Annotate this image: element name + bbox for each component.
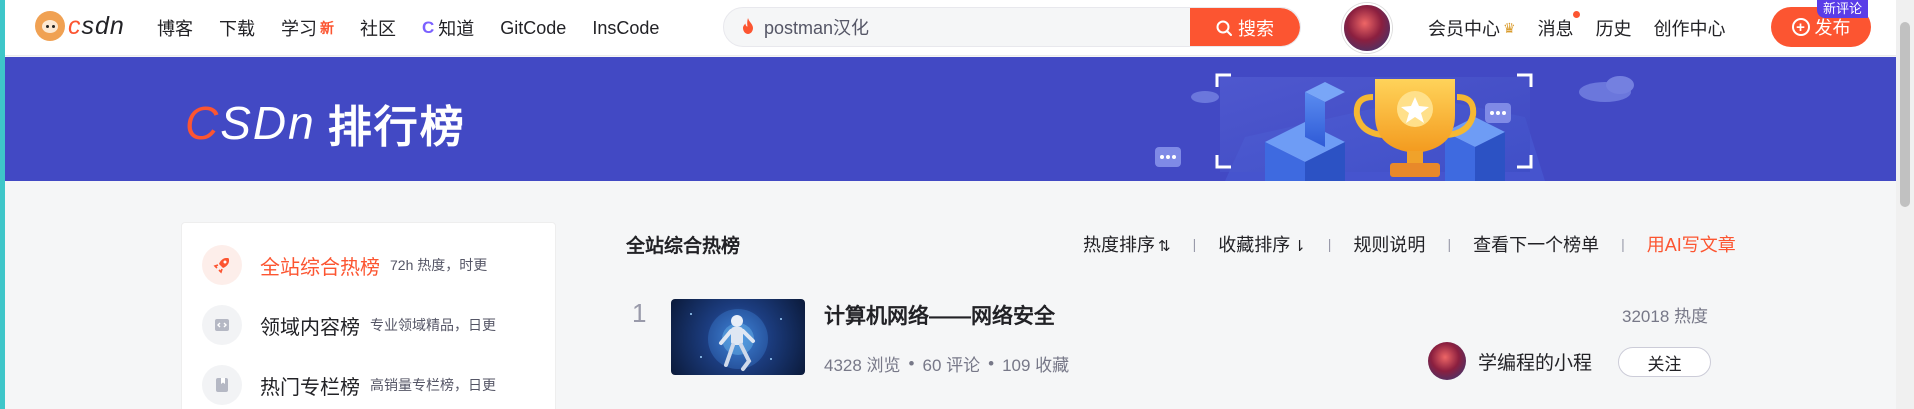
sidebar-item-label: 领域内容榜 <box>260 316 360 339</box>
banner-title: CSDn 排行榜 <box>185 91 466 155</box>
scrollbar[interactable] <box>1896 0 1914 409</box>
list-title: 全站综合热榜 <box>626 236 741 257</box>
sidebar-item-site-hot[interactable]: 全站综合热榜 72h 热度，时更 <box>202 243 487 287</box>
new-comment-badge[interactable]: 新评论 <box>1817 0 1869 18</box>
ai-write-link[interactable]: 用AI写文章 <box>1647 231 1736 257</box>
search-button[interactable]: 搜索 <box>1190 8 1300 46</box>
author-avatar[interactable] <box>1428 342 1466 380</box>
top-navbar: csdn 博客 下载 学习新 社区 C知道 GitCode InsCode 搜索… <box>5 0 1896 56</box>
nav-label: 知道 <box>438 19 475 39</box>
nav-label: 学习 <box>281 19 317 39</box>
fire-icon <box>743 18 753 34</box>
new-badge: 新 <box>320 20 334 36</box>
nav-label: 消息 <box>1537 19 1574 39</box>
search-bar: 搜索 <box>723 7 1301 47</box>
plus-icon: + <box>1791 18 1810 36</box>
rank-sidebar: 全站综合热榜 72h 热度，时更 领域内容榜 专业领域精品，日更 热门专栏榜 高… <box>181 222 556 409</box>
nav-item-learn[interactable]: 学习新 <box>281 15 334 41</box>
rules-link[interactable]: 规则说明 <box>1353 231 1425 257</box>
divider: | <box>1447 236 1452 252</box>
logo-text: csdn <box>68 11 125 40</box>
crown-icon: ♛ <box>1503 19 1516 36</box>
sort-label: 收藏排序 <box>1218 235 1291 255</box>
nav-label: 博客 <box>157 19 193 39</box>
next-list-link[interactable]: 查看下一个榜单 <box>1473 231 1599 257</box>
nav-item-vip-center[interactable]: 会员中心 ♛ <box>1428 15 1516 41</box>
sort-by-favorites[interactable]: 收藏排序 ⇂ <box>1218 231 1306 257</box>
divider: | <box>1621 236 1625 252</box>
nav-label: 创作中心 <box>1653 19 1726 39</box>
article-meta: 4328 浏览 • 60 评论 • 109 收藏 <box>824 351 1069 376</box>
nav-item-blog[interactable]: 博客 <box>157 15 193 41</box>
sort-icon: ⇂ <box>1293 238 1306 255</box>
sidebar-item-domain-content[interactable]: 领域内容榜 专业领域精品，日更 <box>202 303 496 347</box>
nav-item-community[interactable]: 社区 <box>360 15 396 41</box>
search-input[interactable] <box>764 8 1184 46</box>
zhidao-icon: C <box>422 18 435 37</box>
article-title[interactable]: 计算机网络——网络安全 <box>824 300 1055 330</box>
banner-title-text: 排行榜 <box>327 103 466 152</box>
robot-image <box>690 309 782 371</box>
heat-score: 32018 热度 <box>1622 307 1708 326</box>
favorite-count: 109 收藏 <box>1002 356 1070 375</box>
nav-item-history[interactable]: 历史 <box>1596 15 1632 41</box>
sort-bar: 热度排序 ⇅ | 收藏排序 ⇂ | 规则说明 | 查看下一个榜单 | 用AI写文章 <box>1083 231 1736 257</box>
view-count: 4328 浏览 <box>824 356 901 375</box>
sort-desc-icon: ⇅ <box>1158 238 1171 255</box>
sidebar-item-desc: 专业领域精品，日更 <box>370 317 496 333</box>
nav-label: GitCode <box>500 17 567 38</box>
sidebar-item-hot-column[interactable]: 热门专栏榜 高销量专栏榜，日更 <box>202 363 496 407</box>
sidebar-item-label: 热门专栏榜 <box>260 376 360 399</box>
nav-label: 下载 <box>219 19 255 39</box>
search-icon <box>1216 20 1232 36</box>
user-avatar[interactable] <box>1342 3 1392 53</box>
nav-label: InsCode <box>592 17 660 38</box>
nav-label: 会员中心 <box>1428 19 1500 39</box>
separator-dot: • <box>988 353 995 373</box>
divider: | <box>1192 236 1197 252</box>
nav-item-zhidao[interactable]: C 知道 <box>422 15 474 41</box>
sort-label: 热度排序 <box>1083 235 1155 255</box>
trophy-illustration <box>1155 73 1634 181</box>
separator-dot: • <box>908 353 915 373</box>
search-button-label: 搜索 <box>1238 19 1274 39</box>
article-thumbnail[interactable] <box>671 299 805 375</box>
divider: | <box>1327 236 1332 252</box>
banner-logo: CSDn <box>185 97 316 149</box>
bookmark-icon <box>202 365 242 405</box>
sort-by-heat[interactable]: 热度排序 ⇅ <box>1083 231 1171 257</box>
csdn-logo[interactable]: csdn <box>35 11 125 41</box>
code-icon <box>202 305 242 345</box>
sidebar-item-desc: 高销量专栏榜，日更 <box>370 377 496 393</box>
nav-item-messages[interactable]: 消息 <box>1537 11 1580 41</box>
rank-number: 1 <box>632 298 647 328</box>
comment-count: 60 评论 <box>922 356 981 375</box>
scrollbar-thumb[interactable] <box>1900 22 1910 207</box>
nav-item-inscode[interactable]: InsCode <box>592 18 659 39</box>
author-name[interactable]: 学编程的小程 <box>1478 348 1592 375</box>
rank-banner: CSDn 排行榜 <box>5 57 1896 181</box>
sidebar-item-label: 全站综合热榜 <box>260 256 380 279</box>
follow-button[interactable]: 关注 <box>1618 347 1711 377</box>
nav-item-gitcode[interactable]: GitCode <box>500 18 566 39</box>
mascot-icon <box>35 11 65 41</box>
rocket-icon <box>202 245 242 285</box>
sidebar-item-desc: 72h 热度，时更 <box>390 257 488 273</box>
nav-label: 社区 <box>360 19 396 39</box>
nav-item-download[interactable]: 下载 <box>219 15 255 41</box>
user-nav: 会员中心 ♛ 消息 历史 创作中心 <box>1428 0 1748 56</box>
unread-dot <box>1572 11 1580 18</box>
nav-label: 历史 <box>1595 19 1632 39</box>
main-nav: 博客 下载 学习新 社区 C 知道 GitCode InsCode <box>157 0 685 56</box>
nav-item-creator-center[interactable]: 创作中心 <box>1654 15 1726 41</box>
